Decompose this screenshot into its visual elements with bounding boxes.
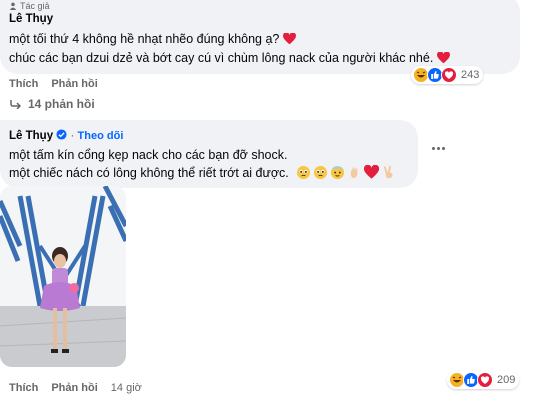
like-action[interactable]: Thích bbox=[9, 382, 38, 394]
reaction-summary[interactable]: 243 bbox=[411, 66, 484, 84]
like-action[interactable]: Thích bbox=[9, 78, 38, 90]
author-tag: Tác giả bbox=[9, 1, 50, 11]
victory-hand-icon bbox=[384, 165, 393, 179]
reaction-count: 243 bbox=[461, 69, 480, 81]
photo bbox=[0, 186, 126, 367]
separator-dot: · bbox=[70, 130, 75, 142]
pleading-face-icon bbox=[297, 165, 311, 180]
comment-author-name[interactable]: Lê Thụy bbox=[9, 13, 53, 25]
comment-author-name[interactable]: Lê Thụy bbox=[9, 130, 53, 142]
reply-arrow-icon bbox=[10, 100, 22, 109]
reply-action[interactable]: Phản hồi bbox=[51, 78, 97, 90]
comment-line: một tối thứ 4 không hề nhạt nhẽo đúng kh… bbox=[9, 30, 296, 49]
replies-label: 14 phản hồi bbox=[28, 97, 95, 111]
comment-author-header: Lê Thụy · Theo dõi bbox=[9, 129, 123, 142]
heart-icon bbox=[441, 67, 457, 83]
pleading-face-icon bbox=[314, 165, 328, 180]
comment-time[interactable]: 14 giờ bbox=[111, 382, 142, 394]
heart-icon bbox=[364, 165, 380, 179]
view-replies-button[interactable]: 14 phản hồi bbox=[10, 97, 95, 111]
emoji-row bbox=[296, 165, 396, 180]
author-tag-label: Tác giả bbox=[20, 1, 50, 11]
heart-icon bbox=[436, 52, 450, 64]
comment-line: một chiếc nách có lông không thể riết tr… bbox=[9, 164, 396, 183]
reply-action[interactable]: Phản hồi bbox=[51, 382, 97, 394]
comment-actions: Thích Phản hồi bbox=[9, 78, 98, 90]
comment-actions: Thích Phản hồi 14 giờ bbox=[9, 382, 142, 394]
reaction-count: 209 bbox=[497, 374, 516, 386]
hand-icon bbox=[351, 167, 358, 179]
verified-icon bbox=[56, 129, 67, 140]
person-icon bbox=[9, 2, 17, 10]
follow-button[interactable]: Theo dõi bbox=[78, 130, 124, 142]
hot-face-icon bbox=[331, 165, 345, 180]
comment-line: một tấm kín cổng kẹp nack cho các bạn đỡ… bbox=[9, 148, 288, 162]
heart-icon bbox=[477, 372, 493, 388]
heart-icon bbox=[282, 33, 296, 45]
more-dots-icon bbox=[432, 147, 435, 150]
comment-photo[interactable] bbox=[0, 186, 126, 367]
comment-line: chúc các bạn dzui dzẻ và bớt cay cú vì c… bbox=[9, 49, 450, 68]
more-options-button[interactable] bbox=[432, 147, 445, 150]
reaction-summary[interactable]: 209 bbox=[447, 371, 520, 389]
